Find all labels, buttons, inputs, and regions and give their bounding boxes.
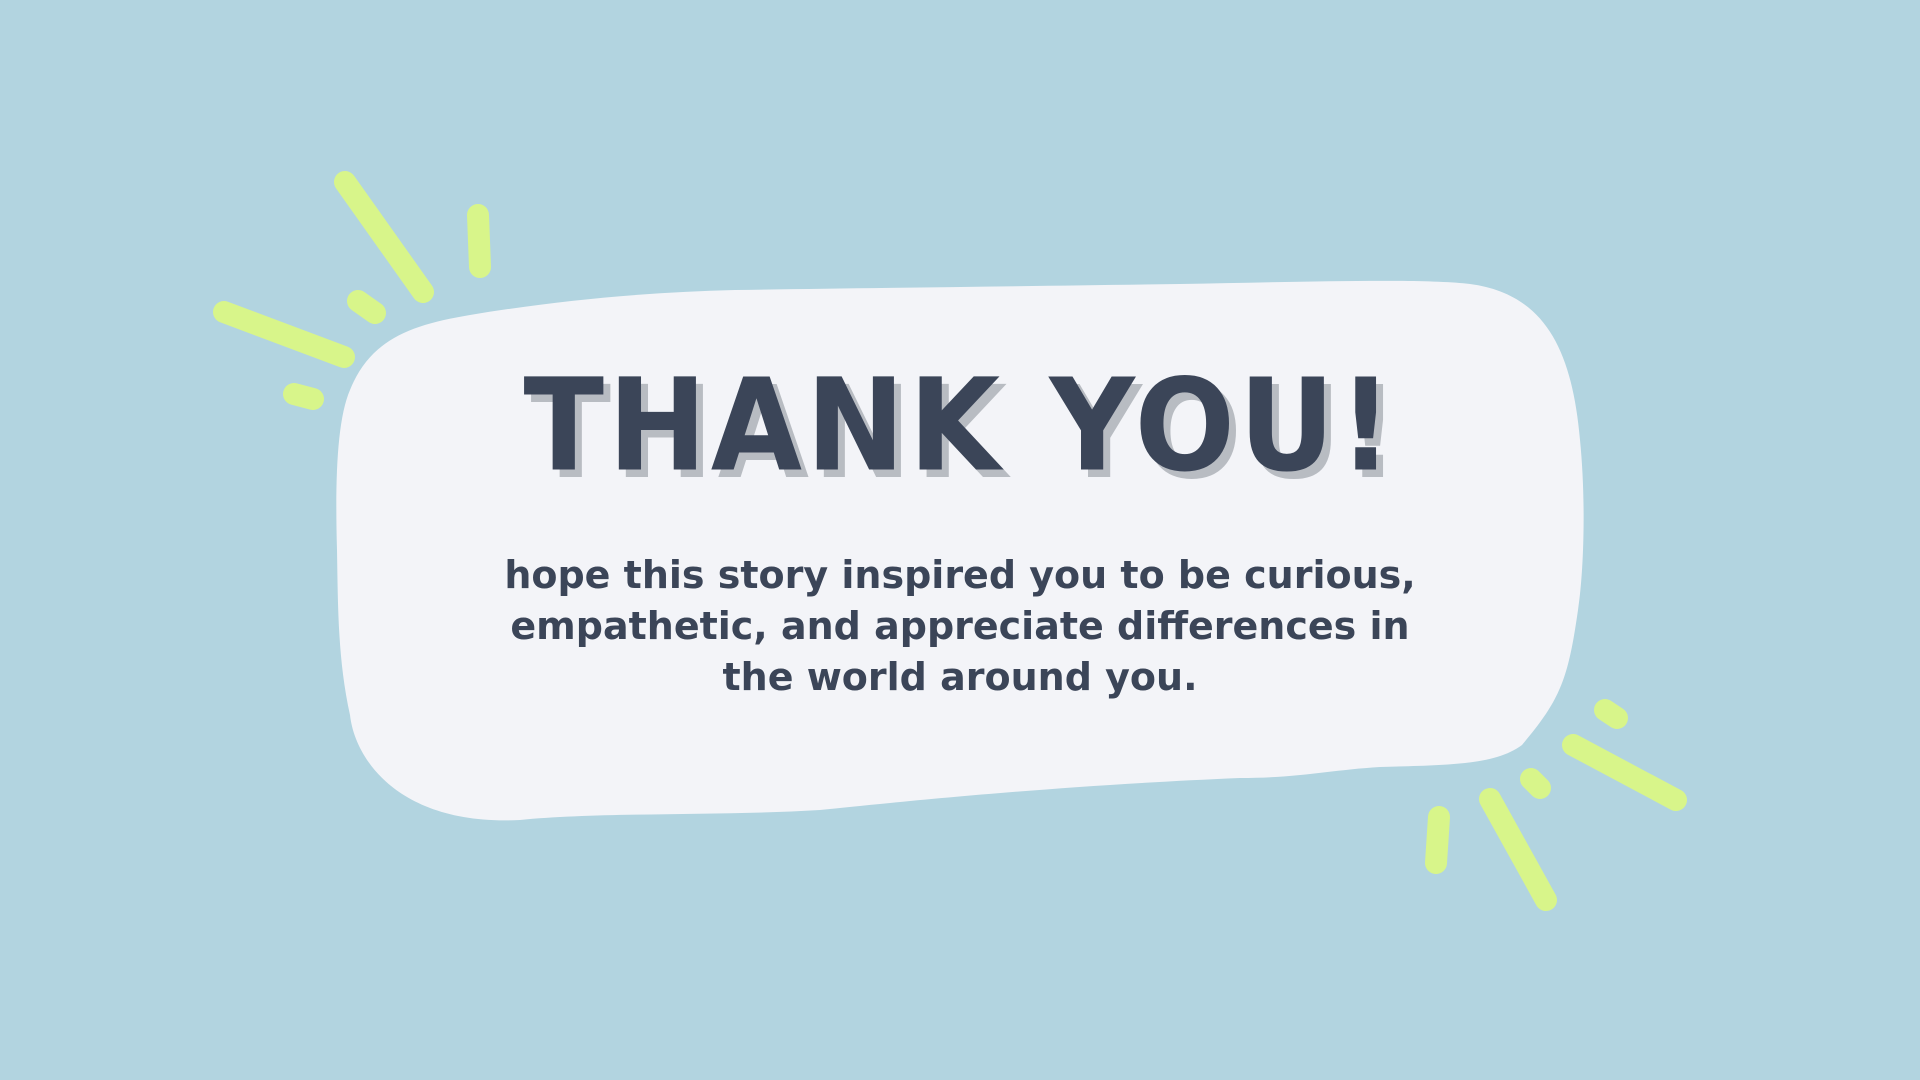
- closing-message: hope this story inspired you to be curio…: [504, 553, 1416, 699]
- page-title: THANK YOU!: [523, 350, 1397, 500]
- thank-you-card: THANK YOU! hope this story inspired you …: [340, 300, 1580, 800]
